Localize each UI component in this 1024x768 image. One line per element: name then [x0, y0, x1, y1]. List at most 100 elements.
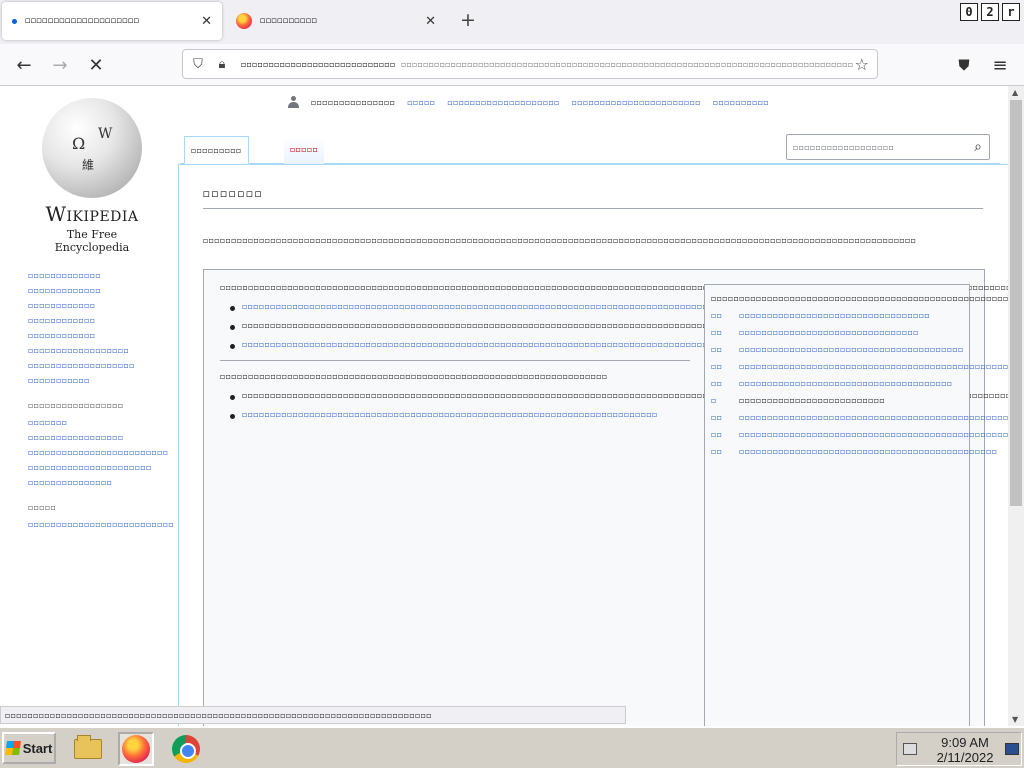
user-icon [288, 96, 299, 108]
sidebar-link[interactable]: ◻◻◻◻◻◻◻◻◻◻◻◻◻◻◻◻◻◻◻ [28, 360, 158, 371]
list-value[interactable]: ◻◻◻◻◻◻◻◻◻◻◻◻◻◻◻◻◻◻◻◻◻◻◻◻◻◻◻◻◻◻◻◻◻◻◻◻◻◻◻◻… [739, 446, 997, 457]
sidebar-link[interactable]: ◻◻◻◻◻◻◻◻◻◻◻◻◻◻◻◻◻◻ [28, 345, 158, 356]
sidebar-navigation: ◻◻◻◻◻◻◻◻◻◻◻◻◻ ◻◻◻◻◻◻◻◻◻◻◻◻◻ ◻◻◻◻◻◻◻◻◻◻◻◻… [28, 270, 173, 534]
sidebar-heading-contribute: ◻◻◻◻◻◻◻◻◻◻◻◻◻◻◻◻◻ [28, 401, 124, 410]
sidebar-link[interactable]: ◻◻◻◻◻◻◻◻◻◻◻ [28, 375, 158, 386]
personal-link[interactable]: ◻◻◻◻◻◻◻◻◻◻ [713, 97, 769, 108]
list-key[interactable]: ◻◻ [711, 429, 733, 440]
wikipedia-wordmark: Wikipedia [45, 202, 139, 226]
firefox-icon [122, 735, 150, 763]
list-key[interactable]: ◻◻ [711, 310, 733, 321]
wikipedia-logo[interactable]: Ω W 維 Wikipedia The Free Encyclopedia [30, 98, 154, 254]
bullet-item[interactable]: ◻◻◻◻◻◻◻◻◻◻◻◻◻◻◻◻◻◻◻◻◻◻◻◻◻◻◻◻◻◻◻◻◻◻◻◻◻◻◻◻… [220, 339, 747, 350]
personal-link[interactable]: ◻◻◻◻◻ [407, 97, 435, 108]
sidebar-link[interactable]: ◻◻◻◻◻◻◻◻◻◻◻◻◻◻◻◻◻◻◻◻◻◻◻◻◻◻ [28, 519, 173, 530]
tab-title: ◻◻◻◻◻◻◻◻◻◻ [260, 16, 318, 26]
personal-link[interactable]: ◻◻◻◻◻◻◻◻◻◻◻◻◻◻◻ [311, 97, 395, 108]
list-value[interactable]: ◻◻◻◻◻◻◻◻◻◻◻◻◻◻◻◻◻◻◻◻◻◻◻◻◻◻◻◻◻◻◻◻ [739, 327, 919, 338]
browser-tab-inactive[interactable]: ◻◻◻◻◻◻◻◻◻◻ ✕ [226, 2, 446, 40]
list-item: ◻◻ ◻◻◻◻◻◻◻◻◻◻◻◻◻◻◻◻◻◻◻◻◻◻◻◻◻◻◻◻◻◻◻◻◻◻ [711, 310, 963, 321]
list-key[interactable]: ◻◻ [711, 327, 733, 338]
scroll-down-icon[interactable]: ▼ [1012, 715, 1018, 724]
list-value[interactable]: ◻◻◻◻◻◻◻◻◻◻◻◻◻◻◻◻◻◻◻◻◻◻◻◻◻◻◻◻◻◻◻◻◻◻◻◻◻◻◻◻… [739, 361, 1008, 372]
personal-tools: ◻◻◻◻◻◻◻◻◻◻◻◻◻◻◻ ◻◻◻◻◻ ◻◻◻◻◻◻◻◻◻◻◻◻◻◻◻◻◻◻… [288, 96, 769, 108]
sidebar-link[interactable]: ◻◻◻◻◻◻◻◻◻◻◻◻ [28, 300, 158, 311]
search-box[interactable]: ◻◻◻◻◻◻◻◻◻◻◻◻◻◻◻◻◻◻ ⌕ [786, 134, 990, 160]
search-input[interactable]: ◻◻◻◻◻◻◻◻◻◻◻◻◻◻◻◻◻◻ [787, 142, 967, 153]
sidebar-link[interactable]: ◻◻◻◻◻◻◻◻◻◻◻◻◻◻◻◻◻◻◻◻◻◻ [28, 462, 158, 473]
forward-arrow-icon[interactable]: → [48, 53, 72, 77]
address-bar[interactable]: ⛉ 🔒︎ ◻◻◻◻◻◻◻◻◻◻◻◻◻◻◻◻◻◻◻◻◻◻◻◻◻◻◻◻ ◻◻◻◻◻◻… [182, 49, 878, 79]
windows-flag-icon [4, 741, 21, 755]
tab-title: ◻◻◻◻◻◻◻◻◻◻◻◻◻◻◻◻◻◻◻◻ [25, 16, 140, 26]
clock[interactable]: 9:09 AM 2/11/2022 [927, 735, 1003, 765]
list-key[interactable]: ◻◻ [711, 344, 733, 355]
personal-link[interactable]: ◻◻◻◻◻◻◻◻◻◻◻◻◻◻◻◻◻◻◻◻ [447, 97, 559, 108]
list-item: ◻◻ ◻◻◻◻◻◻◻◻◻◻◻◻◻◻◻◻◻◻◻◻◻◻◻◻◻◻◻◻◻◻◻◻◻◻◻◻◻◻… [711, 429, 1008, 440]
badge-char: r [1002, 3, 1020, 21]
tab-close-icon[interactable]: ✕ [425, 14, 436, 29]
status-bar: ◻◻◻◻◻◻◻◻◻◻◻◻◻◻◻◻◻◻◻◻◻◻◻◻◻◻◻◻◻◻◻◻◻◻◻◻◻◻◻◻… [0, 706, 626, 724]
sidebar-link[interactable]: ◻◻◻◻◻◻◻ [28, 417, 158, 428]
new-tab-icon[interactable]: + [460, 9, 476, 31]
back-arrow-icon[interactable]: ← [12, 53, 36, 77]
network-icon[interactable] [903, 743, 917, 755]
sidebar-link[interactable]: ◻◻◻◻◻◻◻◻◻◻◻◻ [28, 330, 158, 341]
web-page: Ω W 維 Wikipedia The Free Encyclopedia ◻◻… [0, 86, 1008, 726]
bookmark-star-icon[interactable]: ☆ [855, 55, 869, 74]
list-item: ◻◻ ◻◻◻◻◻◻◻◻◻◻◻◻◻◻◻◻◻◻◻◻◻◻◻◻◻◻◻◻◻◻◻◻◻◻◻◻◻◻… [711, 361, 1008, 372]
tab-talk[interactable]: ◻◻◻◻◻ [284, 136, 325, 164]
list-key[interactable]: ◻◻ [711, 446, 733, 457]
bullet-item[interactable]: ◻◻◻◻◻◻◻◻◻◻◻◻◻◻◻◻◻◻◻◻◻◻◻◻◻◻◻◻◻◻◻◻◻◻◻◻◻◻◻◻… [220, 301, 853, 312]
list-value[interactable]: ◻◻◻◻◻◻◻◻◻◻◻◻◻◻◻◻◻◻◻◻◻◻◻◻◻◻◻◻◻◻◻◻◻◻ [739, 310, 930, 321]
scroll-up-icon[interactable]: ▲ [1012, 88, 1018, 97]
list-value[interactable]: ◻◻◻◻◻◻◻◻◻◻◻◻◻◻◻◻◻◻◻◻◻◻◻◻◻◻◻◻◻◻◻◻◻◻◻◻◻◻◻◻ [739, 344, 964, 355]
bullet-item[interactable]: ◻◻◻◻◻◻◻◻◻◻◻◻◻◻◻◻◻◻◻◻◻◻◻◻◻◻◻◻◻◻◻◻◻◻◻◻◻◻◻◻… [220, 409, 690, 420]
firefox-tab-icon [236, 13, 252, 29]
list-item: ◻◻ ◻◻◻◻◻◻◻◻◻◻◻◻◻◻◻◻◻◻◻◻◻◻◻◻◻◻◻◻◻◻◻◻◻◻◻◻◻◻ [711, 378, 963, 389]
search-icon[interactable]: ⌕ [967, 139, 989, 155]
page-subtitle: ◻◻◻◻◻◻◻◻◻◻◻◻◻◻◻◻◻◻◻◻◻◻◻◻◻◻◻◻◻◻◻◻◻◻◻◻◻◻◻◻… [203, 236, 917, 245]
vertical-scrollbar[interactable]: ▲ ▼ [1008, 86, 1024, 726]
taskbar-firefox[interactable] [118, 732, 154, 766]
bullet-item: ◻◻◻◻◻◻◻◻◻◻◻◻◻◻◻◻◻◻◻◻◻◻◻◻◻◻◻◻◻◻◻◻◻◻◻◻◻◻◻◻… [220, 320, 735, 331]
sidebar-link[interactable]: ◻◻◻◻◻◻◻◻◻◻◻◻◻ [28, 285, 158, 296]
lock-icon[interactable]: 🔒︎ [213, 55, 231, 73]
sidebar-link[interactable]: ◻◻◻◻◻◻◻◻◻◻◻◻◻◻◻◻◻ [28, 432, 158, 443]
pocket-icon[interactable]: ⛊ [952, 53, 976, 77]
list-key[interactable]: ◻◻ [711, 361, 733, 372]
content-box: ◻◻◻◻◻◻◻◻◻◻◻◻◻◻◻◻◻◻◻◻◻◻◻◻◻◻◻◻◻◻◻◻◻◻◻◻◻◻◻◻… [203, 269, 1008, 726]
scrollbar-thumb[interactable] [1010, 100, 1022, 506]
list-key[interactable]: ◻◻ [711, 412, 733, 423]
list-value[interactable]: ◻◻◻◻◻◻◻◻◻◻◻◻◻◻◻◻◻◻◻◻◻◻◻◻◻◻◻◻◻◻◻◻◻◻◻◻◻◻ [739, 378, 952, 389]
tab-main-page[interactable]: ◻◻◻◻◻◻◻◻◻ [184, 136, 249, 164]
url-path: ◻◻◻◻◻◻◻◻◻◻◻◻◻◻◻◻◻◻◻◻◻◻◻◻◻◻◻◻◻◻◻◻◻◻◻◻◻◻◻◻… [401, 59, 854, 69]
display-icon[interactable] [1005, 743, 1019, 755]
list-value[interactable]: ◻◻◻◻◻◻◻◻◻◻◻◻◻◻◻◻◻◻◻◻◻◻◻◻◻◻◻◻◻◻◻◻◻◻◻◻◻◻◻◻… [739, 429, 1008, 440]
second-paragraph: ◻◻◻◻◻◻◻◻◻◻◻◻◻◻◻◻◻◻◻◻◻◻◻◻◻◻◻◻◻◻◻◻◻◻◻◻◻◻◻◻… [220, 372, 608, 381]
sidebar-link[interactable]: ◻◻◻◻◻◻◻◻◻◻◻◻◻◻◻◻◻◻◻◻◻◻◻◻◻ [28, 447, 168, 458]
list-key[interactable]: ◻◻ [711, 378, 733, 389]
taskbar-explorer[interactable] [70, 732, 106, 766]
list-key[interactable]: ◻ [711, 395, 733, 406]
start-button[interactable]: Start [2, 732, 56, 764]
personal-link[interactable]: ◻◻◻◻◻◻◻◻◻◻◻◻◻◻◻◻◻◻◻◻◻◻◻ [572, 97, 701, 108]
recording-badge: 0 2 r [960, 3, 1020, 21]
page-title-text: ◻◻◻◻◻◻◻ [203, 187, 264, 200]
tab-close-icon[interactable]: ✕ [201, 14, 212, 29]
list-item: ◻◻ ◻◻◻◻◻◻◻◻◻◻◻◻◻◻◻◻◻◻◻◻◻◻◻◻◻◻◻◻◻◻◻◻◻◻◻◻◻◻… [711, 412, 1008, 423]
sidebar-link[interactable]: ◻◻◻◻◻◻◻◻◻◻◻◻◻ [28, 270, 158, 281]
list-item: ◻◻ ◻◻◻◻◻◻◻◻◻◻◻◻◻◻◻◻◻◻◻◻◻◻◻◻◻◻◻◻◻◻◻◻◻◻◻◻◻◻… [711, 344, 963, 355]
list-value[interactable]: ◻◻◻◻◻◻◻◻◻◻◻◻◻◻◻◻◻◻◻◻◻◻◻◻◻◻◻◻◻◻◻◻◻◻◻◻◻◻◻◻… [739, 412, 1008, 423]
shield-icon[interactable]: ⛉ [189, 55, 207, 73]
taskbar: Start 9:09 AM 2/11/2022 [0, 726, 1024, 768]
hamburger-menu-icon[interactable]: ≡ [988, 53, 1012, 77]
taskbar-chrome[interactable] [168, 732, 204, 766]
sidebar-link[interactable]: ◻◻◻◻◻◻◻◻◻◻◻◻◻◻◻ [28, 477, 158, 488]
url-text[interactable]: ◻◻◻◻◻◻◻◻◻◻◻◻◻◻◻◻◻◻◻◻◻◻◻◻◻◻◻◻ ◻◻◻◻◻◻◻◻◻◻◻… [241, 60, 855, 69]
list-item: ◻◻ ◻◻◻◻◻◻◻◻◻◻◻◻◻◻◻◻◻◻◻◻◻◻◻◻◻◻◻◻◻◻◻◻ [711, 327, 963, 338]
sidebar-link[interactable]: ◻◻◻◻◻◻◻◻◻◻◻◻ [28, 315, 158, 326]
browser-tab-active[interactable]: ◻◻◻◻◻◻◻◻◻◻◻◻◻◻◻◻◻◻◻◻ ✕ [2, 2, 222, 40]
clock-time: 9:09 AM [941, 735, 989, 750]
stop-icon[interactable]: ✕ [84, 53, 108, 77]
